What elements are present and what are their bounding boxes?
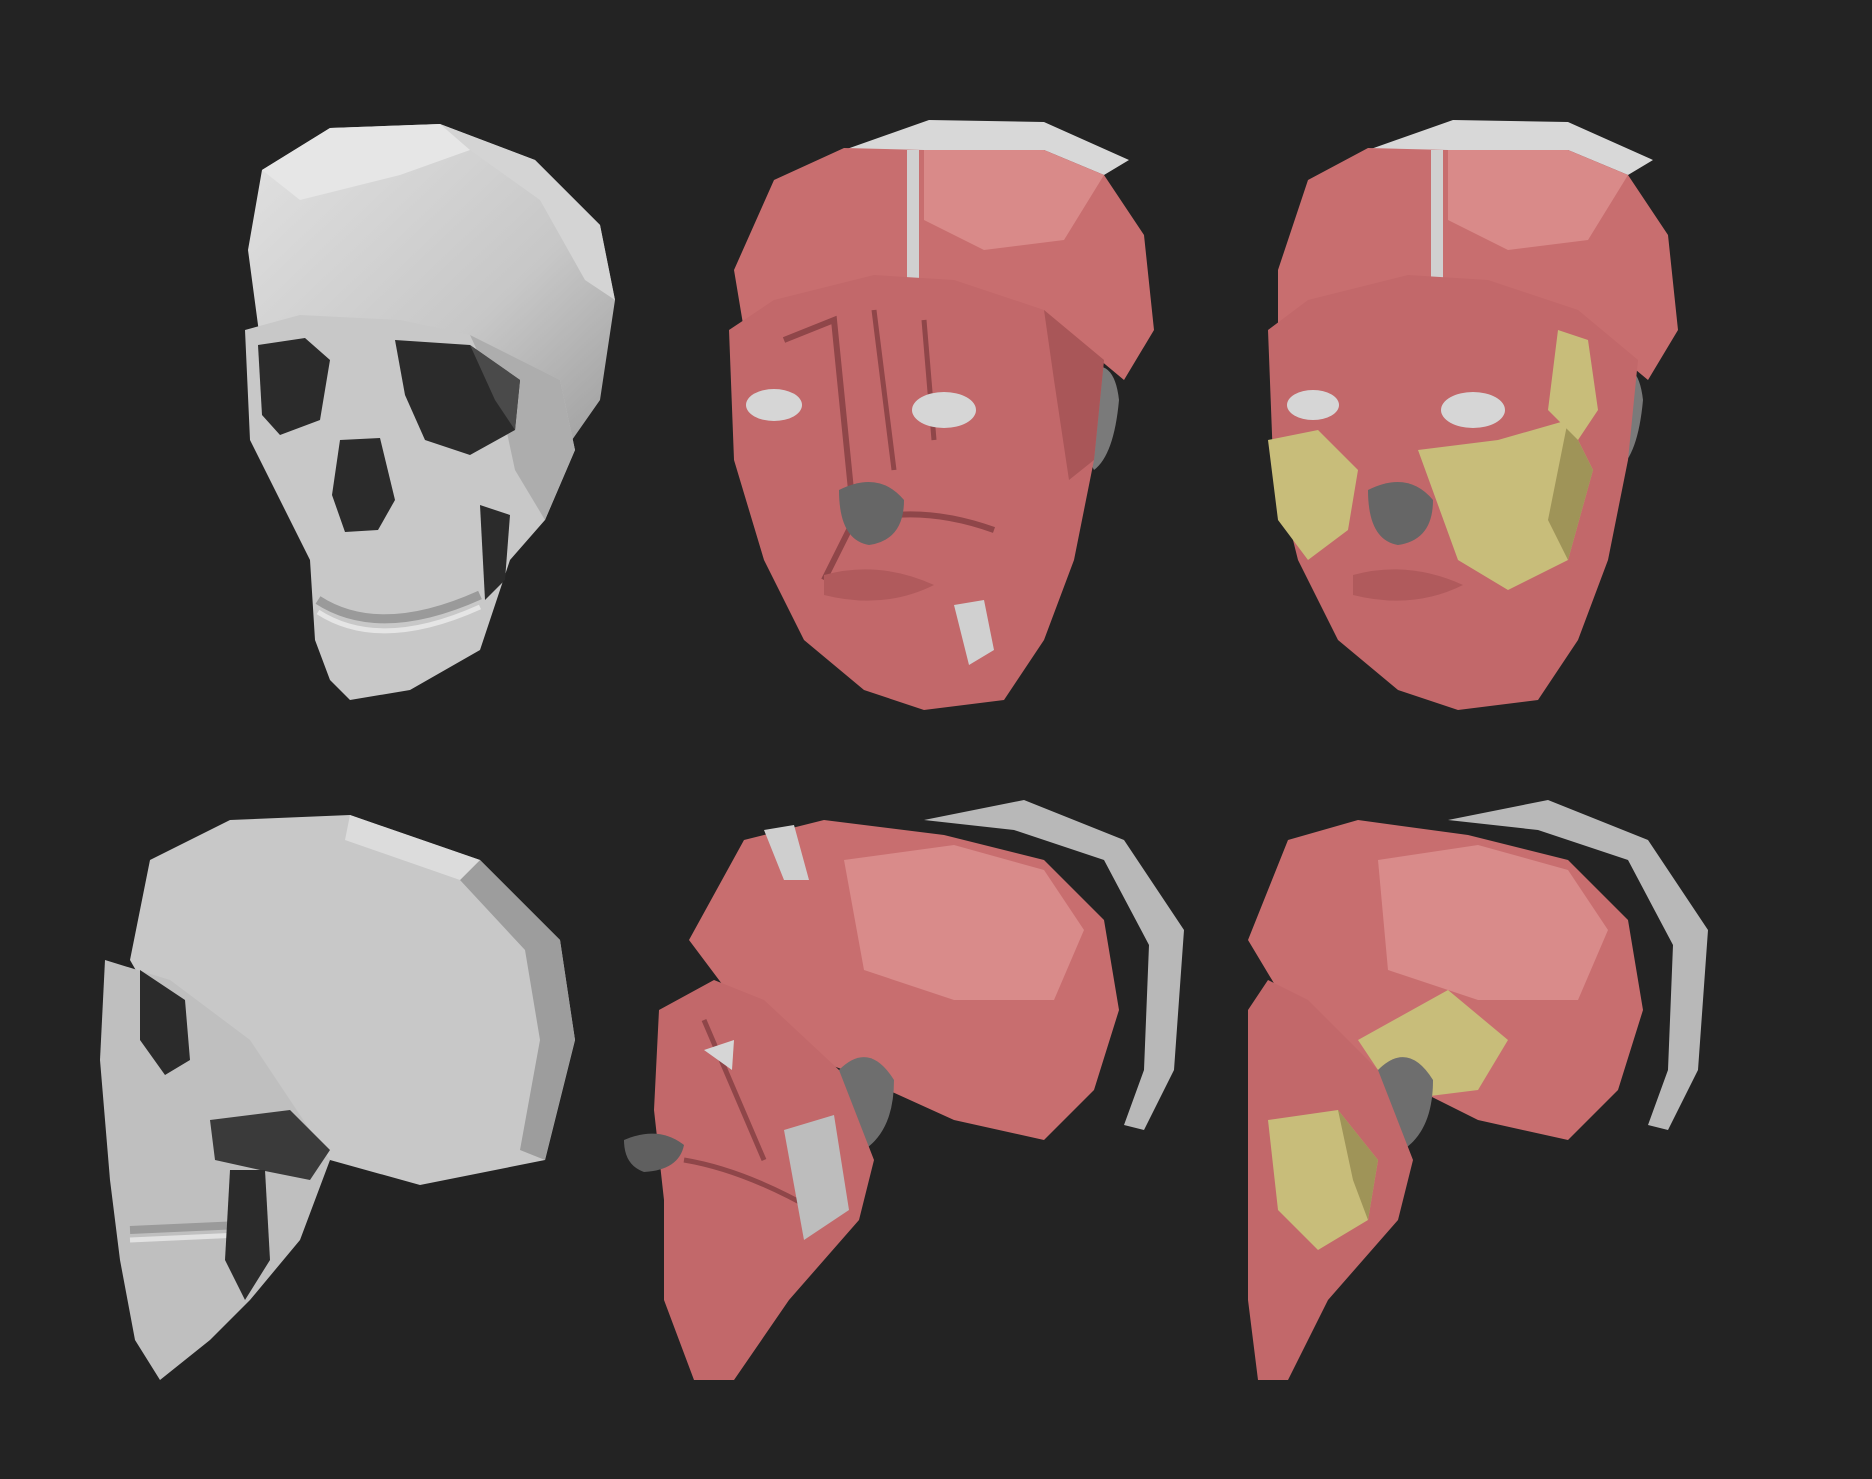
side-muscle-model	[624, 740, 1248, 1479]
jaw-gap	[480, 505, 510, 600]
front-skull-model	[0, 0, 624, 740]
render-canvas	[0, 0, 1872, 1479]
face-muscles	[729, 275, 1104, 710]
side-fat-pad-model	[1248, 740, 1872, 1479]
eye-left	[746, 389, 802, 421]
front-muscle-model	[624, 0, 1248, 740]
side-skull-model	[0, 740, 624, 1479]
front-fat-pad-model	[1248, 0, 1872, 740]
eye-right	[1441, 392, 1505, 428]
eye-left	[1287, 390, 1339, 420]
eye-right	[912, 392, 976, 428]
